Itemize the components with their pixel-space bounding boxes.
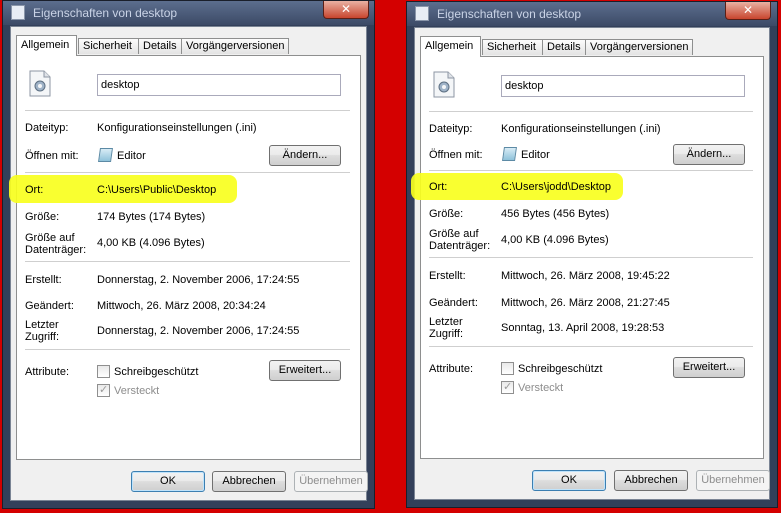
apply-button[interactable]: Übernehmen <box>294 471 368 492</box>
window-title: Eigenschaften von desktop <box>33 6 178 20</box>
label-size: Größe: <box>429 208 464 220</box>
advanced-button[interactable]: Erweitert... <box>673 357 745 378</box>
tab-security[interactable]: Sicherheit <box>78 38 139 54</box>
readonly-checkbox[interactable] <box>97 365 110 378</box>
separator <box>429 170 753 171</box>
label-size-on-disk: Größe auf <box>429 228 479 240</box>
label-created: Erstellt: <box>429 270 466 282</box>
general-panel: Dateityp: Konfigurationseinstellungen (.… <box>411 56 764 459</box>
dialog-buttons: OK Abbrechen Übernehmen <box>11 460 368 500</box>
file-icon <box>415 6 429 21</box>
change-button[interactable]: Ändern... <box>269 145 341 166</box>
separator <box>25 261 350 262</box>
separator <box>25 172 350 173</box>
title-bar[interactable]: Eigenschaften von desktop ✕ <box>407 2 777 26</box>
general-panel: Dateityp: Konfigurationseinstellungen (.… <box>9 55 361 460</box>
notepad-icon <box>98 148 113 162</box>
label-opens-with: Öffnen mit: <box>429 149 483 161</box>
hidden-label: Versteckt <box>114 385 160 397</box>
dialog-buttons: OK Abbrechen Übernehmen <box>415 459 770 499</box>
value-location: C:\Users\jodd\Desktop <box>501 181 612 193</box>
value-size-on-disk: 4,00 KB (4.096 Bytes) <box>97 237 205 249</box>
value-opens-with: Editor <box>117 150 146 162</box>
tab-previous-versions[interactable]: Vorgängerversionen <box>181 38 289 54</box>
label-type: Dateityp: <box>25 122 69 134</box>
separator <box>25 110 350 111</box>
value-accessed: Sonntag, 13. April 2008, 19:28:53 <box>501 322 665 334</box>
hidden-checkbox[interactable] <box>501 380 514 394</box>
tab-security[interactable]: Sicherheit <box>482 39 543 55</box>
label-accessed-2: Zugriff: <box>25 331 60 343</box>
label-type: Dateityp: <box>429 123 473 135</box>
close-button[interactable]: ✕ <box>323 1 369 19</box>
dialog-body: Allgemein Sicherheit Details Vorgängerve… <box>411 27 770 500</box>
label-accessed: Letzter <box>25 319 59 331</box>
readonly-label: Schreibgeschützt <box>114 366 199 378</box>
filename-input[interactable] <box>97 74 341 96</box>
change-button[interactable]: Ändern... <box>673 144 745 165</box>
value-type: Konfigurationseinstellungen (.ini) <box>501 123 661 135</box>
label-opens-with: Öffnen mit: <box>25 150 79 162</box>
separator <box>429 111 753 112</box>
close-button[interactable]: ✕ <box>725 2 771 20</box>
label-size: Größe: <box>25 211 60 223</box>
tab-general[interactable]: Allgemein <box>16 35 77 56</box>
ok-button[interactable]: OK <box>131 471 205 492</box>
label-size-on-disk: Größe auf <box>25 232 75 244</box>
cancel-button[interactable]: Abbrechen <box>614 470 688 491</box>
value-accessed: Donnerstag, 2. November 2006, 17:24:55 <box>97 325 300 337</box>
properties-dialog-user: Eigenschaften von desktop ✕ Allgemein Si… <box>406 1 778 508</box>
tab-details[interactable]: Details <box>542 39 586 55</box>
hidden-label: Versteckt <box>518 382 564 394</box>
label-accessed: Letzter <box>429 316 463 328</box>
label-created: Erstellt: <box>25 274 62 286</box>
separator <box>429 346 753 347</box>
filename-input[interactable] <box>501 75 745 97</box>
value-created: Mittwoch, 26. März 2008, 19:45:22 <box>501 270 670 282</box>
label-size-on-disk-2: Datenträger: <box>25 244 87 256</box>
cancel-button[interactable]: Abbrechen <box>212 471 286 492</box>
value-size: 174 Bytes (174 Bytes) <box>97 211 206 223</box>
advanced-button[interactable]: Erweitert... <box>269 360 341 381</box>
file-icon <box>11 5 25 20</box>
label-size-on-disk-2: Datenträger: <box>429 240 491 252</box>
settings-file-icon <box>29 70 51 97</box>
notepad-icon <box>502 147 517 161</box>
tab-previous-versions[interactable]: Vorgängerversionen <box>585 39 693 55</box>
settings-file-icon <box>433 71 455 98</box>
readonly-checkbox[interactable] <box>501 362 514 375</box>
value-modified: Mittwoch, 26. März 2008, 21:27:45 <box>501 297 670 309</box>
value-type: Konfigurationseinstellungen (.ini) <box>97 122 257 134</box>
tab-details[interactable]: Details <box>138 38 182 54</box>
value-size: 456 Bytes (456 Bytes) <box>501 208 610 220</box>
ok-button[interactable]: OK <box>532 470 606 491</box>
value-created: Donnerstag, 2. November 2006, 17:24:55 <box>97 274 300 286</box>
label-accessed-2: Zugriff: <box>429 328 464 340</box>
value-modified: Mittwoch, 26. März 2008, 20:34:24 <box>97 300 266 312</box>
hidden-checkbox[interactable] <box>97 383 110 397</box>
label-attributes: Attribute: <box>429 363 474 375</box>
value-location: C:\Users\Public\Desktop <box>97 184 217 196</box>
title-bar[interactable]: Eigenschaften von desktop ✕ <box>3 1 374 25</box>
value-opens-with: Editor <box>521 149 550 161</box>
tab-general[interactable]: Allgemein <box>420 36 481 57</box>
readonly-label: Schreibgeschützt <box>518 363 603 375</box>
apply-button[interactable]: Übernehmen <box>696 470 770 491</box>
label-modified: Geändert: <box>25 300 74 312</box>
value-size-on-disk: 4,00 KB (4.096 Bytes) <box>501 234 609 246</box>
label-location: Ort: <box>25 184 44 196</box>
dialog-body: Allgemein Sicherheit Details Vorgängerve… <box>9 26 368 501</box>
separator <box>429 257 753 258</box>
label-location: Ort: <box>429 181 448 193</box>
properties-dialog-public: Eigenschaften von desktop ✕ Allgemein Si… <box>2 0 375 509</box>
label-attributes: Attribute: <box>25 366 70 378</box>
label-modified: Geändert: <box>429 297 478 309</box>
separator <box>25 349 350 350</box>
window-title: Eigenschaften von desktop <box>437 7 582 21</box>
